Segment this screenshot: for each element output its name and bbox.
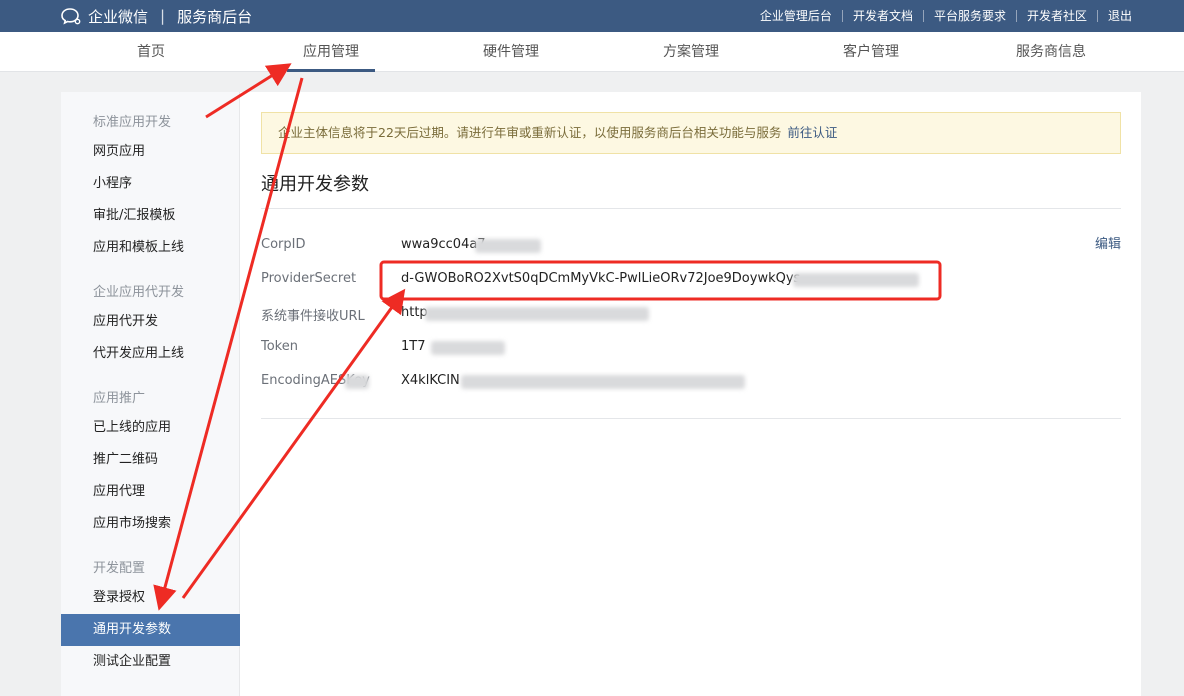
sidebar-item-custom-dev[interactable]: 应用代开发 — [61, 306, 240, 338]
sidebar-group-promotion: 应用推广 — [93, 391, 146, 406]
sidebar-item-approval-templates[interactable]: 审批/汇报模板 — [61, 200, 240, 232]
param-value: 1T7 — [401, 339, 426, 354]
sidebar-item-app-agent[interactable]: 应用代理 — [61, 476, 240, 508]
expiry-notice: 企业主体信息将于22天后过期。请进行年审或重新认证，以使用服务商后台相关功能与服… — [261, 112, 1121, 154]
sidebar-item-promo-qrcode[interactable]: 推广二维码 — [61, 444, 240, 476]
link-logout[interactable]: 退出 — [1096, 10, 1142, 22]
sidebar-item-test-corp-config[interactable]: 测试企业配置 — [61, 646, 240, 678]
sidebar-item-market-search[interactable]: 应用市场搜索 — [61, 508, 240, 540]
sidebar-group-dev-config: 开发配置 — [93, 561, 146, 576]
tab-home[interactable]: 首页 — [61, 32, 241, 72]
param-row-token: Token 1T7 — [261, 339, 1121, 359]
sidebar-item-web-app[interactable]: 网页应用 — [61, 136, 240, 168]
sidebar-group-custom-dev: 企业应用代开发 — [93, 285, 185, 300]
sidebar-item-login-auth[interactable]: 登录授权 — [61, 582, 240, 614]
sidebar-item-custom-app-launch[interactable]: 代开发应用上线 — [61, 338, 240, 370]
param-label: Token — [261, 339, 298, 354]
redacted-blur — [461, 375, 745, 389]
param-label: ProviderSecret — [261, 271, 357, 286]
param-row-corpid: CorpID wwa9cc04a7 — [261, 237, 1121, 257]
param-row-event-url: 系统事件接收URL http — [261, 305, 1121, 325]
sidebar-item-general-params[interactable]: 通用开发参数 — [61, 614, 240, 646]
notice-text: 企业主体信息将于22天后过期。请进行年审或重新认证，以使用服务商后台相关功能与服… — [278, 125, 782, 140]
sidebar-item-launched-apps[interactable]: 已上线的应用 — [61, 412, 240, 444]
param-row-encoding-aes-key: EncodingAESKey X4klKCIN — [261, 373, 1121, 393]
param-value: http — [401, 305, 428, 320]
verify-link[interactable]: 前往认证 — [787, 125, 837, 140]
page-title: 通用开发参数 — [261, 174, 369, 195]
sidebar: 标准应用开发 网页应用 小程序 审批/汇报模板 应用和模板上线 企业应用代开发 … — [61, 92, 240, 696]
wecom-logo-icon — [60, 7, 82, 25]
redacted-blur — [425, 307, 649, 321]
redacted-blur — [793, 273, 919, 287]
divider — [261, 418, 1121, 419]
tab-solution-management[interactable]: 方案管理 — [601, 32, 781, 72]
brand-separator: | — [160, 7, 166, 25]
link-developer-community[interactable]: 开发者社区 — [1015, 10, 1097, 22]
sidebar-item-app-launch[interactable]: 应用和模板上线 — [61, 232, 240, 264]
link-platform-requirements[interactable]: 平台服务要求 — [922, 10, 1016, 22]
param-value: d-GWOBoRO2XvtS0qDCmMyVkC-PwlLieORv72Joe9… — [401, 271, 801, 286]
link-developer-docs[interactable]: 开发者文档 — [841, 10, 923, 22]
console-title: 服务商后台 — [177, 7, 253, 26]
param-value: X4klKCIN — [401, 373, 460, 388]
redacted-blur — [345, 375, 369, 389]
param-label: 系统事件接收URL — [261, 309, 365, 324]
link-admin-console[interactable]: 企业管理后台 — [750, 10, 842, 22]
tab-provider-info[interactable]: 服务商信息 — [961, 32, 1141, 72]
sidebar-group-standard-dev: 标准应用开发 — [93, 115, 172, 130]
sidebar-item-mini-program[interactable]: 小程序 — [61, 168, 240, 200]
tab-app-management[interactable]: 应用管理 — [241, 32, 421, 72]
brand-name: 企业微信 — [88, 7, 149, 26]
param-row-provider-secret: ProviderSecret d-GWOBoRO2XvtS0qDCmMyVkC-… — [261, 271, 1121, 291]
tab-hardware-management[interactable]: 硬件管理 — [421, 32, 601, 72]
param-label: CorpID — [261, 237, 306, 252]
top-bar: 企业微信 | 服务商后台 企业管理后台 开发者文档 平台服务要求 开发者社区 退… — [0, 0, 1184, 32]
main-panel: 标准应用开发 网页应用 小程序 审批/汇报模板 应用和模板上线 企业应用代开发 … — [61, 92, 1141, 696]
redacted-blur — [475, 239, 541, 253]
tab-customer-management[interactable]: 客户管理 — [781, 32, 961, 72]
main-nav: 首页 应用管理 硬件管理 方案管理 客户管理 服务商信息 — [0, 32, 1184, 72]
divider — [261, 208, 1121, 209]
brand[interactable]: 企业微信 | 服务商后台 — [60, 0, 252, 32]
param-value: wwa9cc04a7 — [401, 237, 486, 252]
redacted-blur — [431, 341, 505, 355]
top-links: 企业管理后台 开发者文档 平台服务要求 开发者社区 退出 — [750, 0, 1142, 32]
